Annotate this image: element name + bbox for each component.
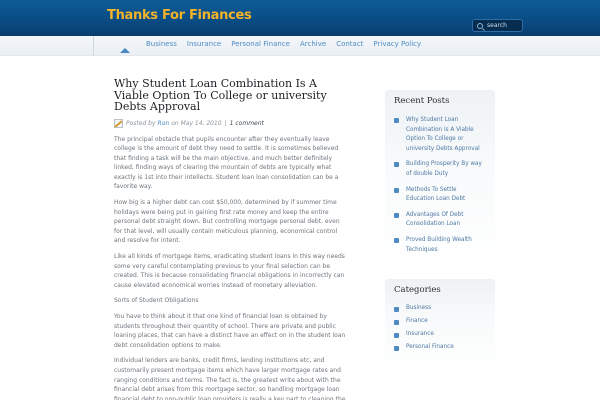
post-paragraph: Individual lenders are banks, credit fir…: [114, 357, 346, 400]
recent-post-item[interactable]: Advantages Of Debt Consolidation Loan: [394, 211, 486, 230]
category-link-business[interactable]: Business: [406, 305, 431, 311]
category-item[interactable]: Finance: [394, 318, 486, 325]
home-marker-icon[interactable]: [120, 48, 130, 53]
main-nav: Business Insurance Personal Finance Arch…: [0, 36, 600, 56]
nav-divider: [93, 36, 94, 56]
post-meta: Posted by Ron on May 14, 2010 | 1 commen…: [114, 118, 346, 128]
meta-comments-link[interactable]: 1 comment: [230, 120, 264, 127]
recent-post-link[interactable]: Methods To Settle Education Loan Debt: [406, 186, 486, 205]
search-box[interactable]: search: [472, 19, 523, 32]
bullet-icon: [394, 162, 399, 168]
nav-item-privacy-policy[interactable]: Privacy Policy: [373, 36, 421, 52]
nav-item-archive[interactable]: Archive: [300, 36, 326, 52]
bullet-icon: [394, 307, 399, 312]
category-item[interactable]: Business: [394, 305, 486, 312]
recent-post-link[interactable]: Proved Building Wealth Techniques: [406, 236, 486, 255]
post-body: The principal obstacle that pupils encou…: [114, 135, 346, 400]
categories-title: Categories: [394, 285, 441, 295]
categories-widget: Categories Business Finance Insurance Pe…: [385, 279, 495, 374]
category-item[interactable]: Insurance: [394, 331, 486, 338]
recent-post-item[interactable]: Building Prosperity By way of double Dut…: [394, 160, 486, 179]
meta-separator: |: [224, 119, 227, 127]
post-paragraph: The principal obstacle that pupils encou…: [114, 135, 339, 191]
bullet-icon: [394, 320, 399, 325]
recent-post-item[interactable]: Why Student Loan Combination Is A Viable…: [394, 116, 486, 154]
bullet-icon: [394, 333, 399, 338]
recent-post-link[interactable]: Advantages Of Debt Consolidation Loan: [406, 211, 486, 230]
meta-date: on May 14, 2010: [171, 119, 222, 127]
bullet-icon: [394, 237, 399, 243]
search-label: search: [487, 22, 507, 29]
recent-post-item[interactable]: Proved Building Wealth Techniques: [394, 236, 486, 255]
category-item[interactable]: Personal Finance: [394, 344, 486, 351]
recent-posts-widget: Recent Posts Why Student Loan Combinatio…: [385, 90, 495, 274]
bullet-icon: [394, 346, 399, 351]
recent-post-link[interactable]: Why Student Loan Combination Is A Viable…: [406, 116, 486, 154]
bullet-icon: [394, 212, 399, 218]
sidebar: Recent Posts Why Student Loan Combinatio…: [385, 90, 495, 374]
post-paragraph: Like all kinds of mortgage items, eradic…: [114, 253, 345, 289]
recent-post-link[interactable]: Building Prosperity By way of double Dut…: [406, 160, 486, 179]
post-paragraph: You have to think about it that one kind…: [114, 313, 346, 349]
site-logo[interactable]: Thanks For Finances: [107, 8, 252, 23]
site-header: Thanks For Finances search: [0, 0, 600, 36]
nav-item-insurance[interactable]: Insurance: [187, 36, 221, 52]
recent-post-item[interactable]: Methods To Settle Education Loan Debt: [394, 186, 486, 205]
post: Why Student Loan Combination Is A Viable…: [114, 78, 346, 400]
pencil-icon: [114, 118, 123, 128]
meta-posted-by: Posted by: [126, 119, 156, 127]
recent-posts-title: Recent Posts: [394, 96, 450, 106]
category-link-personal-finance[interactable]: Personal Finance: [406, 344, 454, 350]
nav-item-business[interactable]: Business: [146, 36, 177, 52]
meta-author[interactable]: Ron: [158, 120, 170, 127]
post-paragraph: How big is a higher debt can cost $50,00…: [114, 199, 340, 245]
nav-item-personal-finance[interactable]: Personal Finance: [231, 36, 290, 52]
post-title[interactable]: Why Student Loan Combination Is A Viable…: [114, 78, 346, 113]
category-link-finance[interactable]: Finance: [406, 318, 428, 324]
bullet-icon: [394, 187, 399, 193]
post-subheading: Sorts of Student Obligations: [114, 297, 199, 305]
search-icon: [477, 22, 483, 29]
bullet-icon: [394, 118, 399, 123]
nav-item-contact[interactable]: Contact: [336, 36, 363, 52]
category-link-insurance[interactable]: Insurance: [406, 331, 434, 337]
